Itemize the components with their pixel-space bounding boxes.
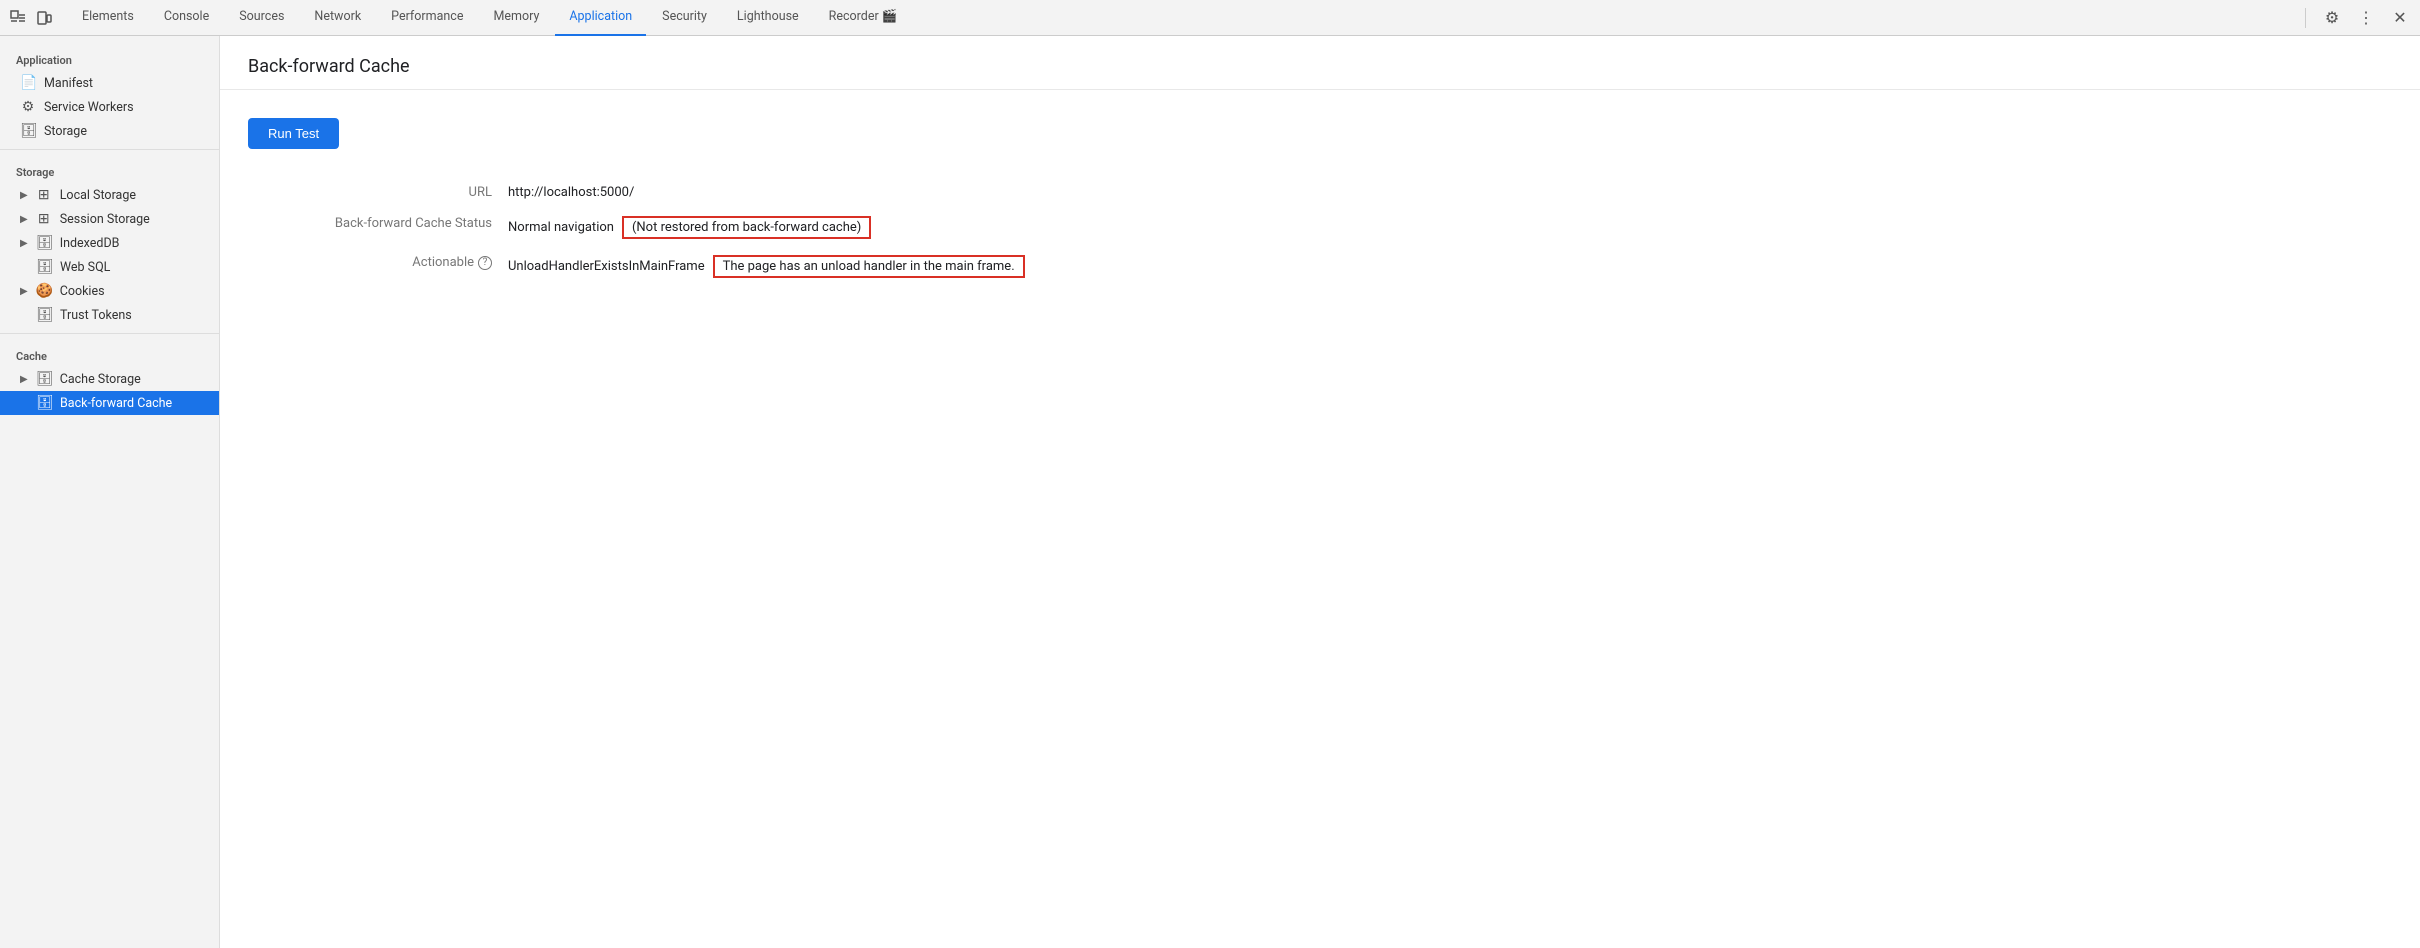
tab-memory[interactable]: Memory — [479, 0, 553, 36]
sidebar-item-cookies-label: Cookies — [60, 284, 105, 299]
sidebar-item-cache-storage-label: Cache Storage — [60, 372, 141, 387]
sidebar-item-indexeddb-label: IndexedDB — [60, 236, 120, 251]
tab-lighthouse[interactable]: Lighthouse — [723, 0, 813, 36]
main-layout: Application 📄 Manifest ⚙ Service Workers… — [0, 36, 2420, 948]
url-value: http://localhost:5000/ — [508, 177, 1148, 208]
content-body: Run Test URL http://localhost:5000/ Back… — [220, 90, 2420, 314]
sidebar-item-session-storage[interactable]: ▶ ⊞ Session Storage — [0, 207, 219, 231]
sidebar-item-cookies[interactable]: ▶ 🍪 Cookies — [0, 279, 219, 303]
sidebar-section-storage: Storage — [0, 156, 219, 183]
sidebar-item-trust-tokens[interactable]: 🗄 Trust Tokens — [0, 303, 219, 327]
indexeddb-icon: 🗄 — [36, 235, 52, 251]
sidebar-item-websql[interactable]: 🗄 Web SQL — [0, 255, 219, 279]
status-text: Normal navigation — [508, 220, 614, 235]
cookies-icon: 🍪 — [36, 283, 52, 299]
expand-icon: ▶ — [20, 214, 28, 225]
actionable-label: Actionable ? — [248, 247, 508, 286]
sidebar-item-storage-label: Storage — [44, 124, 87, 139]
sidebar-item-websql-label: Web SQL — [60, 260, 110, 275]
sidebar-divider-2 — [0, 333, 219, 334]
actionable-key: UnloadHandlerExistsInMainFrame — [508, 259, 705, 274]
manifest-icon: 📄 — [20, 75, 36, 91]
content-header: Back-forward Cache — [220, 36, 2420, 90]
devtools-icons — [8, 8, 54, 28]
trust-tokens-icon: 🗄 — [36, 307, 52, 323]
actionable-message-box: The page has an unload handler in the ma… — [713, 255, 1025, 278]
session-storage-icon: ⊞ — [36, 211, 52, 227]
sidebar-item-session-storage-label: Session Storage — [60, 212, 150, 227]
tab-bar-actions: ⚙ ⋮ ✕ — [2301, 6, 2412, 30]
run-test-button[interactable]: Run Test — [248, 118, 339, 149]
url-label: URL — [248, 177, 508, 208]
tab-network[interactable]: Network — [300, 0, 375, 36]
sidebar-item-trust-tokens-label: Trust Tokens — [60, 308, 132, 323]
content-area: Back-forward Cache Run Test URL http://l… — [220, 36, 2420, 948]
sidebar-item-service-workers[interactable]: ⚙ Service Workers — [0, 95, 219, 119]
actionable-value: UnloadHandlerExistsInMainFrame The page … — [508, 247, 1148, 286]
sidebar-item-indexeddb[interactable]: ▶ 🗄 IndexedDB — [0, 231, 219, 255]
sidebar: Application 📄 Manifest ⚙ Service Workers… — [0, 36, 220, 948]
help-icon[interactable]: ? — [478, 256, 492, 270]
expand-icon: ▶ — [20, 374, 28, 385]
tab-sources[interactable]: Sources — [225, 0, 298, 36]
settings-icon[interactable]: ⚙ — [2320, 6, 2344, 30]
tab-elements[interactable]: Elements — [68, 0, 148, 36]
local-storage-icon: ⊞ — [36, 187, 52, 203]
more-icon[interactable]: ⋮ — [2354, 6, 2378, 30]
separator — [2305, 8, 2306, 28]
sidebar-item-local-storage-label: Local Storage — [60, 188, 136, 203]
tab-bar: Elements Console Sources Network Perform… — [0, 0, 2420, 36]
actionable-label-text: Actionable — [412, 255, 474, 270]
sidebar-item-manifest[interactable]: 📄 Manifest — [0, 71, 219, 95]
status-note-box: (Not restored from back-forward cache) — [622, 216, 871, 239]
sidebar-section-cache: Cache — [0, 340, 219, 367]
device-icon[interactable] — [34, 8, 54, 28]
back-forward-cache-icon: 🗄 — [36, 395, 52, 411]
sidebar-section-application: Application — [0, 44, 219, 71]
tab-security[interactable]: Security — [648, 0, 721, 36]
inspect-icon[interactable] — [8, 8, 28, 28]
expand-icon: ▶ — [20, 190, 28, 201]
sidebar-item-back-forward-cache[interactable]: 🗄 Back-forward Cache — [0, 391, 219, 415]
sidebar-divider-1 — [0, 149, 219, 150]
tab-console[interactable]: Console — [150, 0, 223, 36]
storage-icon: 🗄 — [20, 123, 36, 139]
sidebar-item-back-forward-cache-label: Back-forward Cache — [60, 396, 172, 411]
cache-storage-icon: 🗄 — [36, 371, 52, 387]
page-title: Back-forward Cache — [248, 56, 2392, 77]
sidebar-item-storage[interactable]: 🗄 Storage — [0, 119, 219, 143]
tab-application[interactable]: Application — [555, 0, 646, 36]
status-value: Normal navigation (Not restored from bac… — [508, 208, 1148, 247]
expand-icon: ▶ — [20, 238, 28, 249]
tab-performance[interactable]: Performance — [377, 0, 477, 36]
websql-icon: 🗄 — [36, 259, 52, 275]
sidebar-item-service-workers-label: Service Workers — [44, 100, 134, 115]
url-text: http://localhost:5000/ — [508, 185, 634, 200]
status-label: Back-forward Cache Status — [248, 208, 508, 247]
expand-icon: ▶ — [20, 286, 28, 297]
service-workers-icon: ⚙ — [20, 99, 36, 115]
sidebar-item-local-storage[interactable]: ▶ ⊞ Local Storage — [0, 183, 219, 207]
close-icon[interactable]: ✕ — [2388, 6, 2412, 30]
tab-recorder[interactable]: Recorder 🎬 — [815, 0, 912, 36]
sidebar-item-cache-storage[interactable]: ▶ 🗄 Cache Storage — [0, 367, 219, 391]
info-grid: URL http://localhost:5000/ Back-forward … — [248, 177, 1148, 286]
sidebar-item-manifest-label: Manifest — [44, 76, 93, 91]
